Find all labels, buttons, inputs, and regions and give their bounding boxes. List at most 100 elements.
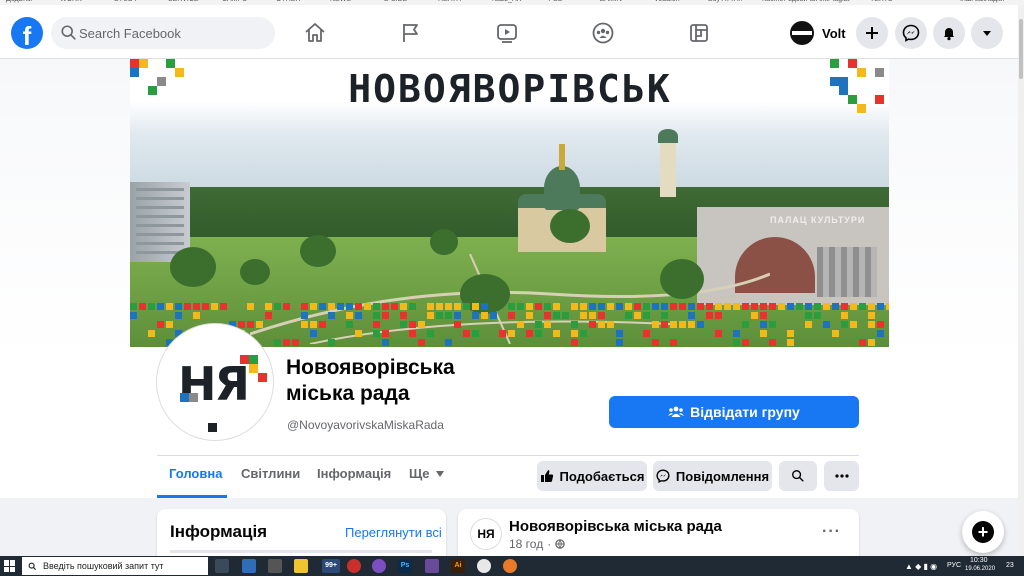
search-input[interactable] <box>79 17 269 49</box>
file-explorer-icon[interactable] <box>242 559 256 573</box>
pixel-square <box>787 303 794 310</box>
pixel-square <box>823 321 830 328</box>
create-button[interactable] <box>856 17 888 49</box>
post-options-button[interactable]: ··· <box>822 523 841 541</box>
tab-photos[interactable]: Світлини <box>241 466 300 481</box>
bell-icon <box>944 28 954 41</box>
bookmark-item[interactable]: WORK <box>60 0 82 3</box>
notifications-button[interactable] <box>933 17 965 49</box>
post-author-avatar[interactable]: НЯ <box>470 518 502 550</box>
bookmark-item[interactable]: Додатки <box>6 0 33 3</box>
pixel-square <box>535 330 542 337</box>
viber-icon[interactable] <box>372 559 386 573</box>
bookmark-item[interactable]: -PSS <box>546 0 562 3</box>
tray-icons[interactable]: ▲ ◆ ▮ ◉ <box>905 562 937 571</box>
bookmark-item[interactable]: Nazz_AR <box>492 0 522 3</box>
page-scrollbar[interactable] <box>1018 5 1024 556</box>
tab-about[interactable]: Інформація <box>317 466 391 481</box>
visit-group-button[interactable]: Відвідати групу <box>609 396 859 428</box>
nav-groups[interactable] <box>585 13 621 53</box>
pixel-square <box>670 339 677 346</box>
pixel-square <box>220 303 227 310</box>
nav-pages[interactable] <box>393 13 429 53</box>
tab-home[interactable]: Головна <box>169 466 222 481</box>
pixel-square <box>706 303 713 310</box>
bookmark-item[interactable]: STUDY <box>114 0 138 3</box>
bookmark-item[interactable]: OTHER <box>276 0 301 3</box>
pixel-square <box>769 303 776 310</box>
bookmark-item[interactable]: CAMPS <box>222 0 247 3</box>
bookmark-item[interactable]: Інші закладки <box>960 0 1004 3</box>
pixel-square <box>607 303 614 310</box>
nav-gaming[interactable] <box>681 13 717 53</box>
more-options-button[interactable] <box>824 461 859 491</box>
pixel-square <box>247 303 254 310</box>
pixel-square <box>139 303 146 310</box>
bookmark-item[interactable]: B-SIDE <box>384 0 407 3</box>
pixel-square <box>839 86 848 95</box>
pixel-square <box>427 303 434 310</box>
pixel-square <box>400 303 407 310</box>
profile-button[interactable]: Volt <box>786 17 848 49</box>
bookmark-item[interactable]: НЕАТН <box>438 0 461 3</box>
flag-icon <box>403 24 418 42</box>
search-box[interactable] <box>51 17 275 49</box>
bookmark-item[interactable]: Vodafon <box>654 0 680 3</box>
post-author-name[interactable]: Новояворівська міська рада <box>509 518 722 535</box>
tab-more[interactable]: Ще <box>409 466 445 481</box>
taskbar-search[interactable]: Введіть пошуковий запит тут <box>22 557 208 575</box>
pixel-square <box>877 321 884 328</box>
pixel-square <box>256 321 263 328</box>
app-icon-2[interactable] <box>425 559 439 573</box>
task-view-icon[interactable] <box>215 559 229 573</box>
messenger-button[interactable] <box>895 17 927 49</box>
message-button[interactable]: Повідомлення <box>653 461 772 491</box>
pixel-square <box>427 312 434 319</box>
folder-icon[interactable] <box>294 559 308 573</box>
pixel-square <box>589 303 596 310</box>
cover-photo[interactable]: ПАЛАЦ КУЛЬТУРИ НОВОЯВОРІВСЬК <box>130 59 889 347</box>
bookmark-item[interactable]: Buy ATTA!! <box>708 0 742 3</box>
pixel-square <box>643 303 650 310</box>
gaming-icon <box>690 24 708 42</box>
windows-start-icon[interactable] <box>4 560 16 572</box>
account-menu-button[interactable] <box>971 17 1003 49</box>
like-button[interactable]: Подобається <box>537 461 647 491</box>
bookmark-item[interactable]: Кабінет вдовича <box>762 0 815 3</box>
clock-time[interactable]: 10:30 <box>970 557 988 564</box>
clock-date[interactable]: 19.06.2020 <box>965 566 995 572</box>
see-all-link[interactable]: Переглянути всі <box>345 525 442 540</box>
nav-home[interactable] <box>297 13 333 53</box>
bookmark-item[interactable]: ZAMIN <box>600 0 622 3</box>
bookmark-item[interactable]: TEXTS <box>870 0 893 3</box>
new-message-button[interactable]: + <box>962 511 1004 553</box>
nav-watch[interactable] <box>489 13 525 53</box>
pixel-square <box>535 321 542 328</box>
pixel-square <box>580 330 587 337</box>
blender-icon[interactable] <box>503 559 517 573</box>
page-search-button[interactable] <box>779 461 817 491</box>
pixel-square <box>553 303 560 310</box>
facebook-logo[interactable]: f <box>11 17 43 49</box>
bookmark-item[interactable]: NEWS <box>330 0 351 3</box>
app-icon[interactable] <box>268 559 282 573</box>
home-icon <box>305 23 325 42</box>
bookmark-item[interactable]: AntiPlagiat <box>816 0 849 3</box>
scrollbar-thumb[interactable] <box>1019 19 1023 79</box>
badge-count[interactable]: 99+ <box>322 559 340 573</box>
post-timestamp[interactable]: 18 год · <box>509 537 566 551</box>
opera-icon[interactable] <box>347 559 361 573</box>
pixel-square <box>328 303 335 310</box>
pixel-square <box>508 303 515 310</box>
chrome-icon[interactable] <box>477 559 491 573</box>
bookmark-item[interactable]: SERVICE <box>168 0 199 3</box>
page-avatar[interactable]: НЯ <box>157 324 273 440</box>
pixel-square <box>139 59 148 68</box>
language-indicator[interactable]: РУС <box>947 562 961 569</box>
pixel-square <box>616 339 623 346</box>
photoshop-icon[interactable]: Ps <box>398 559 412 573</box>
pixel-square <box>130 303 137 310</box>
notifications-count[interactable]: 23 <box>1006 562 1014 569</box>
pixel-square <box>265 312 272 319</box>
illustrator-icon[interactable]: Ai <box>451 559 465 573</box>
